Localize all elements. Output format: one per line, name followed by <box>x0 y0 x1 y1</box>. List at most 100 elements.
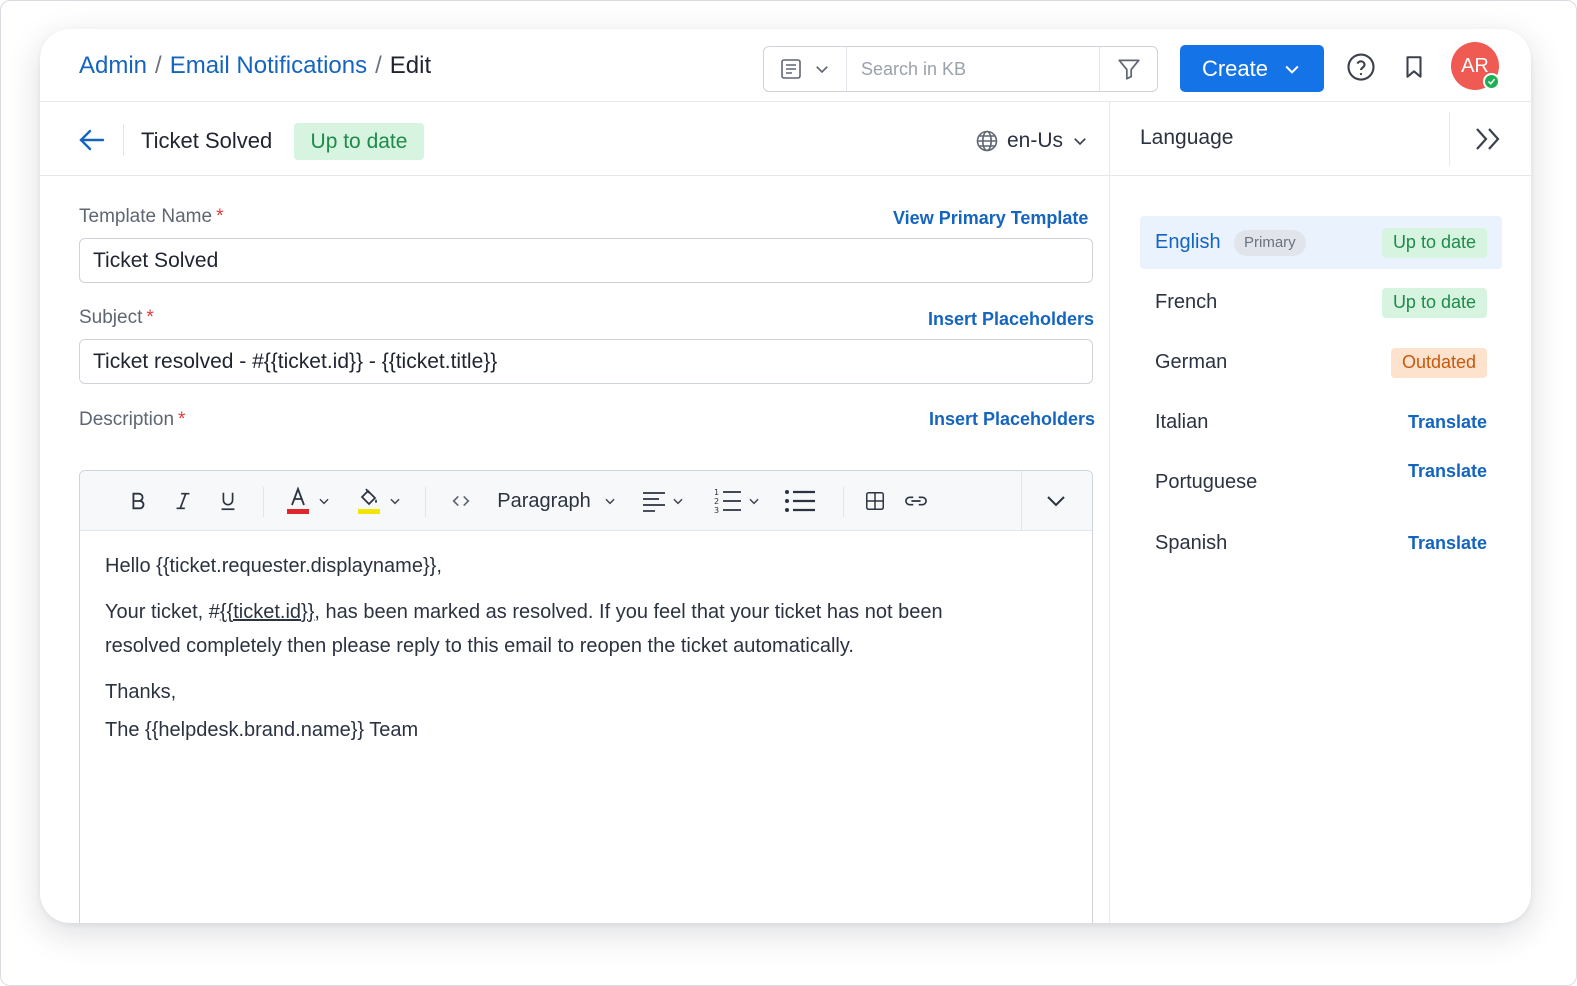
text-color-button[interactable] <box>282 485 334 517</box>
language-row-italian: Italian Translate <box>1140 396 1502 449</box>
required-mark: * <box>216 206 224 227</box>
breadcrumb: Admin / Email Notifications / Edit <box>79 52 431 80</box>
window-frame: Admin / Email Notifications / Edit Creat… <box>0 0 1577 986</box>
table-icon <box>866 492 884 510</box>
bookmark-icon <box>1406 56 1422 78</box>
insert-placeholders-subject-link[interactable]: Insert Placeholders <box>928 309 1094 330</box>
svg-text:1: 1 <box>714 488 719 497</box>
description-label: Description * <box>79 409 185 431</box>
bullet-list-icon <box>785 490 815 512</box>
editor-content[interactable]: Hello {{ticket.requester.displayname}}, … <box>105 549 1005 759</box>
avatar-initials: AR <box>1461 54 1489 77</box>
svg-text:2: 2 <box>714 497 719 506</box>
more-toolbar-button[interactable] <box>1038 485 1074 517</box>
language-name: Italian <box>1155 411 1209 433</box>
language-name: English <box>1155 231 1221 253</box>
status-badge: Up to date <box>1381 287 1487 318</box>
subject-label-text: Subject <box>79 307 143 328</box>
underline-icon <box>221 492 235 511</box>
breadcrumb-edit: Edit <box>389 52 432 79</box>
link-button[interactable] <box>898 485 934 517</box>
divider <box>1449 112 1450 166</box>
help-button[interactable] <box>1345 51 1377 83</box>
language-name: French <box>1155 291 1218 313</box>
template-title: Ticket Solved <box>141 128 273 153</box>
paragraph-format-dropdown[interactable]: Paragraph <box>492 485 622 517</box>
language-panel: Language English Primary Up to date Fren… <box>1109 102 1531 923</box>
status-badge: Up to date <box>1381 227 1487 258</box>
locale-selector[interactable]: en-Us <box>975 129 1089 153</box>
primary-tag: Primary <box>1234 229 1306 256</box>
status-badge: Outdated <box>1390 347 1487 378</box>
language-name: Spanish <box>1155 532 1228 554</box>
editor-toolbar: Paragraph 1 2 3 <box>80 471 1092 531</box>
language-row-german[interactable]: German Outdated <box>1140 336 1502 389</box>
ticket-id-placeholder[interactable]: {{ticket.id}} <box>220 601 315 623</box>
kb-filter-button[interactable] <box>1099 47 1157 91</box>
svg-text:3: 3 <box>714 506 719 515</box>
chevron-down-icon <box>749 498 759 505</box>
globe-icon <box>976 130 998 152</box>
editor-main: Ticket Solved Up to date en-Us Template … <box>40 102 1109 923</box>
chevron-down-icon <box>319 498 329 505</box>
editor-closing: Thanks, <box>105 681 177 703</box>
translate-link[interactable]: Translate <box>1408 461 1487 482</box>
subject-input[interactable] <box>79 339 1093 384</box>
editor-signature: The {{helpdesk.brand.name}} Team <box>105 719 419 741</box>
insert-placeholders-description-link[interactable]: Insert Placeholders <box>929 409 1095 430</box>
text-color-icon <box>287 486 309 514</box>
subject-label: Subject * <box>79 307 154 329</box>
paragraph-format-label: Paragraph <box>497 489 591 512</box>
create-button-label: Create <box>1201 55 1269 81</box>
kb-search-input[interactable] <box>847 47 1099 91</box>
rich-text-editor: Paragraph 1 2 3 Hello {{ticket.requester… <box>79 470 1093 923</box>
italic-button[interactable] <box>167 485 199 517</box>
translate-link[interactable]: Translate <box>1408 412 1487 433</box>
numbered-list-icon: 1 2 3 <box>714 488 741 515</box>
translate-link[interactable]: Translate <box>1408 533 1487 554</box>
filter-icon <box>1117 59 1140 80</box>
language-row-french[interactable]: French Up to date <box>1140 276 1502 329</box>
double-chevron-right-icon <box>1476 128 1500 150</box>
highlight-color-button[interactable] <box>353 485 405 517</box>
description-label-text: Description <box>79 409 175 430</box>
top-header: Admin / Email Notifications / Edit Creat… <box>40 29 1531 102</box>
template-name-input[interactable] <box>79 238 1093 283</box>
code-button[interactable] <box>445 485 477 517</box>
collapse-panel-button[interactable] <box>1470 124 1506 154</box>
paint-bucket-icon <box>358 488 380 514</box>
chevron-down-icon <box>673 498 683 505</box>
numbered-list-button[interactable]: 1 2 3 <box>710 485 764 517</box>
breadcrumb-admin[interactable]: Admin <box>79 52 147 80</box>
chevron-down-icon <box>1047 496 1065 507</box>
language-row-portuguese: Portuguese Translate <box>1140 456 1502 509</box>
editor-body-pre: Your ticket, # <box>105 601 220 623</box>
chevron-down-icon <box>816 66 828 74</box>
toolbar-separator <box>1021 471 1022 531</box>
align-button[interactable] <box>638 485 688 517</box>
language-row-english[interactable]: English Primary Up to date <box>1140 216 1502 269</box>
editor-greeting: Hello {{ticket.requester.displayname}}, <box>105 555 442 577</box>
locale-label: en-Us <box>1007 129 1064 152</box>
status-badge: Up to date <box>294 123 424 160</box>
code-icon <box>452 495 470 507</box>
toolbar-separator <box>425 487 426 517</box>
language-panel-title: Language <box>1140 126 1234 149</box>
table-button[interactable] <box>859 485 891 517</box>
chevron-down-icon <box>1074 138 1086 146</box>
online-status-icon <box>1483 73 1500 90</box>
editor-body-paragraph: Your ticket, #{{ticket.id}}, has been ma… <box>105 595 1005 663</box>
bookmark-button[interactable] <box>1398 51 1430 83</box>
view-primary-template-link[interactable]: View Primary Template <box>893 208 1088 229</box>
kb-type-dropdown[interactable] <box>764 47 847 91</box>
link-icon <box>905 496 927 506</box>
create-button[interactable]: Create <box>1180 45 1324 92</box>
back-button[interactable] <box>78 127 108 153</box>
chevron-down-icon <box>1285 65 1299 74</box>
bullet-list-button[interactable] <box>782 485 818 517</box>
underline-button[interactable] <box>212 485 244 517</box>
bold-button[interactable] <box>122 485 154 517</box>
breadcrumb-email-notifications[interactable]: Email Notifications <box>170 52 367 80</box>
language-name: German <box>1155 351 1228 373</box>
breadcrumb-separator: / <box>375 52 382 79</box>
